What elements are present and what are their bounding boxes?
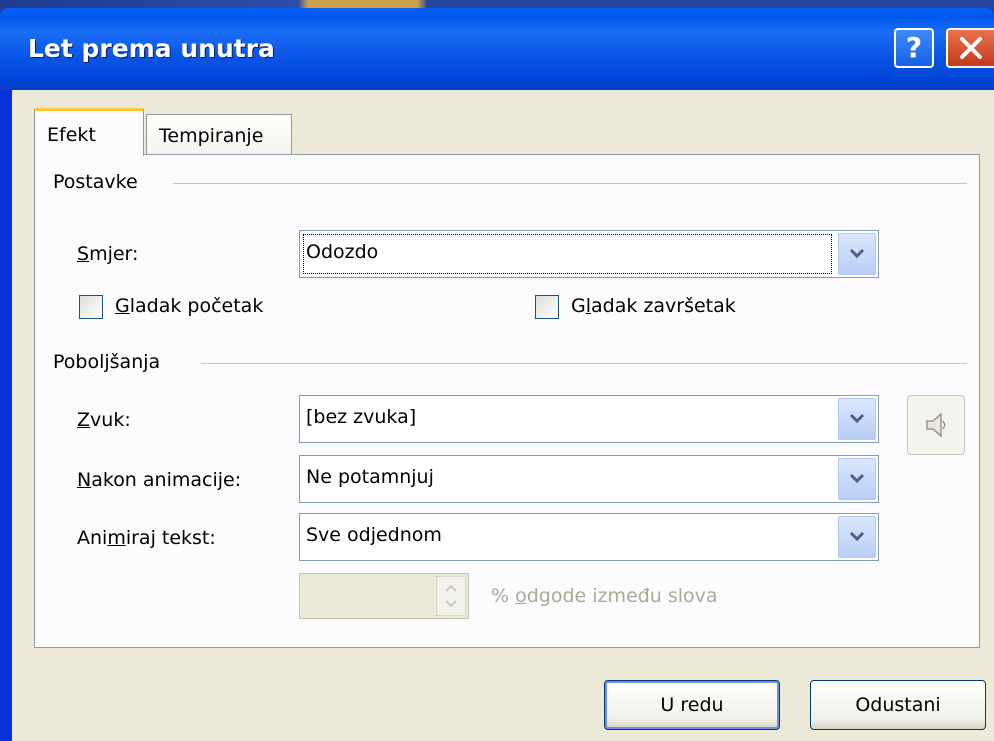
window-title: Let prema unutra xyxy=(28,34,275,63)
sound-dropdown[interactable]: [bez zvuka] xyxy=(299,395,879,443)
group-label-postavke: Postavke xyxy=(53,171,138,193)
dropdown-button[interactable] xyxy=(838,458,876,500)
dropdown-button[interactable] xyxy=(838,398,876,440)
chevron-down-icon xyxy=(849,531,865,542)
group-label-poboljsanja: Poboljšanja xyxy=(53,351,161,373)
cancel-button[interactable]: Odustani xyxy=(810,680,986,730)
tab-panel: Postavke Smjer: Odozdo Gladak početak Gl… xyxy=(34,154,980,648)
direction-dropdown[interactable]: Odozdo xyxy=(299,230,879,278)
tab-label: Efekt xyxy=(47,123,96,146)
animate-text-dropdown[interactable]: Sve odjednom xyxy=(299,513,879,561)
sound-label: Zvuk: xyxy=(77,409,131,431)
chevron-down-icon xyxy=(849,473,865,484)
smooth-end-label: Gladak završetak xyxy=(571,295,736,317)
play-sound-button[interactable] xyxy=(907,395,965,455)
dropdown-button[interactable] xyxy=(838,516,876,558)
tab-label: Tempiranje xyxy=(159,124,264,147)
after-animation-label: Nakon animacije: xyxy=(77,469,242,491)
smooth-start-checkbox[interactable] xyxy=(79,295,103,319)
smooth-end-checkbox[interactable] xyxy=(535,295,559,319)
help-icon: ? xyxy=(905,31,923,64)
spin-up-down-icon xyxy=(445,584,457,608)
tab-efekt[interactable]: Efekt xyxy=(34,108,144,156)
animate-text-value: Sve odjednom xyxy=(306,524,442,546)
chevron-down-icon xyxy=(849,248,865,259)
close-button[interactable] xyxy=(946,28,994,68)
group-divider xyxy=(173,183,967,185)
focus-rect xyxy=(303,234,832,274)
help-button[interactable]: ? xyxy=(894,28,934,68)
after-animation-dropdown[interactable]: Ne potamnjuj xyxy=(299,455,879,503)
title-bar[interactable]: Let prema unutra ? xyxy=(0,8,994,90)
direction-label: Smjer: xyxy=(77,243,139,265)
after-animation-value: Ne potamnjuj xyxy=(306,466,434,488)
tab-tempiranje[interactable]: Tempiranje xyxy=(146,114,292,156)
group-divider xyxy=(201,363,967,365)
dropdown-button[interactable] xyxy=(838,233,876,275)
close-icon xyxy=(960,37,982,59)
delay-spinner[interactable] xyxy=(299,573,469,619)
dialog-window: Let prema unutra ? Efekt Tempiranje Post… xyxy=(0,8,994,741)
ok-button[interactable]: U redu xyxy=(604,680,780,730)
direction-value: Odozdo xyxy=(306,241,379,263)
sound-value: [bez zvuka] xyxy=(306,406,417,428)
speaker-icon xyxy=(926,412,946,438)
spinner-buttons[interactable] xyxy=(436,576,466,616)
chevron-down-icon xyxy=(849,413,865,424)
delay-label: % odgode između slova xyxy=(491,585,718,607)
dialog-client-area: Efekt Tempiranje Postavke Smjer: Odozdo … xyxy=(12,90,994,741)
smooth-start-label: Gladak početak xyxy=(115,295,264,317)
animate-text-label: Animiraj tekst: xyxy=(77,527,216,549)
